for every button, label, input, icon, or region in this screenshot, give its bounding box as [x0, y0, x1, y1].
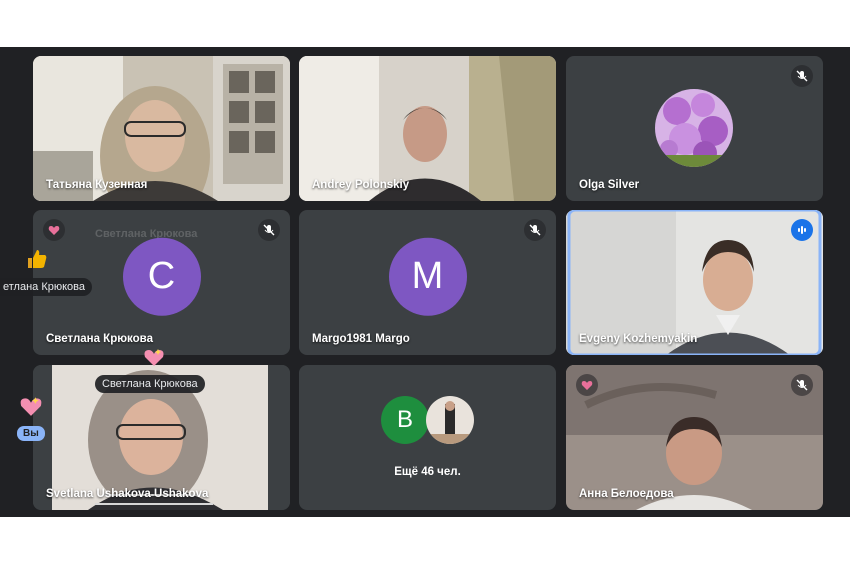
mic-off-icon — [258, 219, 280, 241]
heart-icon — [43, 219, 65, 241]
heart-icon — [143, 346, 165, 372]
heart-icon — [576, 374, 598, 396]
mic-off-icon — [791, 65, 813, 87]
others-avatar-photo — [426, 396, 474, 444]
participant-name: Margo1981 Margo — [312, 333, 410, 345]
others-tile[interactable]: B Ещё 46 чел. — [299, 365, 556, 510]
heart-icon — [19, 394, 43, 422]
participant-tile-evgeny[interactable]: Evgeny Kozhemyakin — [566, 210, 823, 355]
participant-name: Evgeny Kozhemyakin — [579, 333, 698, 345]
speaking-indicator-icon — [791, 219, 813, 241]
you-badge: Вы — [17, 426, 45, 441]
others-avatar: B — [381, 396, 429, 444]
reaction-name-label: Светлана Крюкова — [95, 375, 205, 393]
participant-name: Светлана Крюкова — [46, 333, 153, 345]
participant-name: Татьяна Кузенная — [46, 179, 148, 191]
reaction-name-label: етлана Крюкова — [0, 278, 93, 296]
participant-name: Анна Белоедова — [579, 488, 674, 500]
mic-off-icon — [524, 219, 546, 241]
ghost-name-label: Светлана Крюкова — [95, 228, 198, 240]
participant-name: Olga Silver — [579, 179, 640, 191]
participant-tile-olga[interactable]: Olga Silver — [566, 56, 823, 201]
participant-name: Andrey Polonskiy — [312, 179, 410, 191]
participant-avatar: M — [388, 237, 467, 316]
participant-tile-andrey[interactable]: Andrey Polonskiy — [299, 56, 556, 201]
others-count-label: Ещё 46 чел. — [394, 466, 461, 478]
participant-tile-tatiana[interactable]: Татьяна Кузенная — [33, 56, 290, 201]
meeting-grid: Татьяна Кузенная Andrey Polonskiy Olga S… — [0, 47, 850, 517]
thumbs-up-icon — [25, 247, 49, 275]
participant-avatar-photo — [655, 89, 733, 167]
participant-avatar: С — [122, 237, 201, 316]
participant-tile-anna[interactable]: Анна Белоедова — [566, 365, 823, 510]
mic-off-icon — [791, 374, 813, 396]
participant-tile-margo[interactable]: M Margo1981 Margo — [299, 210, 556, 355]
participant-name: Svetlana Ushakova Ushakova — [46, 488, 209, 500]
